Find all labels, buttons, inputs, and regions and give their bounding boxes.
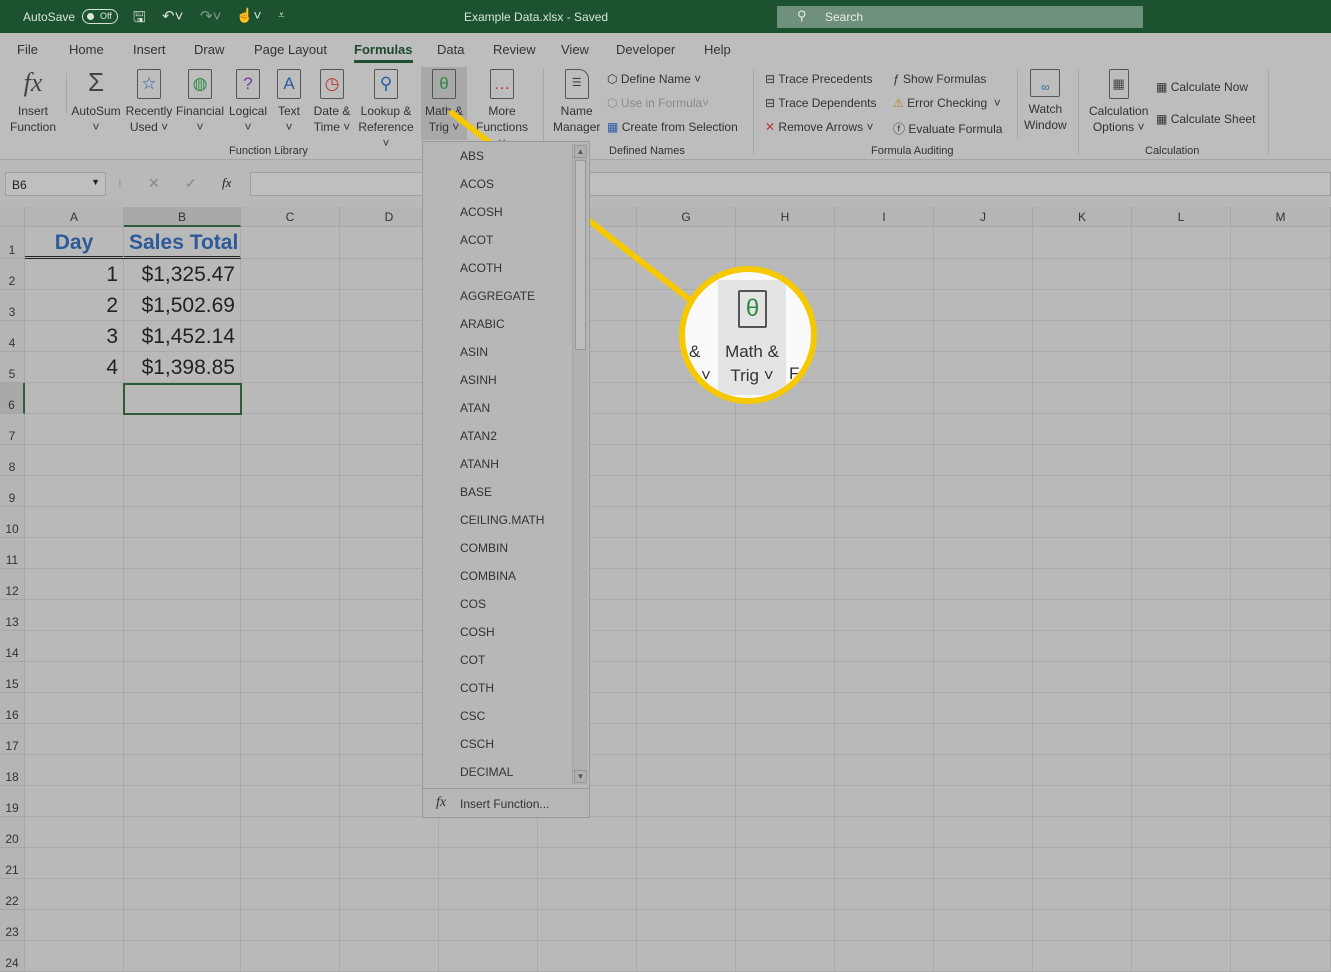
callout-fragment: &	[689, 342, 701, 361]
theta-book-icon: θ	[738, 290, 767, 328]
menu-item-combin[interactable]: COMBIN	[460, 541, 508, 555]
math-trig-dropdown: ▲ ▼ fx Insert Function... ABS ACOS ACOSH AC…	[422, 141, 590, 818]
menu-item-base[interactable]: BASE	[460, 485, 492, 499]
scroll-up-icon[interactable]: ▲	[574, 145, 587, 158]
fx-icon: fx	[436, 795, 447, 810]
menu-item-cosh[interactable]: COSH	[460, 625, 495, 639]
dropdown-scrollbar[interactable]: ▲ ▼	[572, 144, 587, 784]
menu-item-atan2[interactable]: ATAN2	[460, 429, 497, 443]
menu-item-ceiling-math[interactable]: CEILING.MATH	[460, 513, 544, 527]
menu-item-coth[interactable]: COTH	[460, 681, 494, 695]
scroll-thumb[interactable]	[575, 160, 586, 350]
label: Insert Function...	[460, 797, 550, 811]
callout-fragment: ˅	[701, 366, 711, 385]
insert-function-menu-item[interactable]: fx Insert Function...	[423, 794, 589, 814]
callout-pointer	[449, 110, 693, 303]
menu-item-arabic[interactable]: ARABIC	[460, 317, 505, 331]
menu-item-aggregate[interactable]: AGGREGATE	[460, 289, 535, 303]
callout-fragment: F	[789, 364, 800, 383]
menu-item-acosh[interactable]: ACOSH	[460, 205, 503, 219]
menu-item-asinh[interactable]: ASINH	[460, 373, 497, 387]
menu-item-acot[interactable]: ACOT	[460, 233, 493, 247]
menu-item-csc[interactable]: CSC	[460, 709, 485, 723]
menu-item-combina[interactable]: COMBINA	[460, 569, 516, 583]
callout-label: Math &	[725, 342, 779, 361]
menu-item-asin[interactable]: ASIN	[460, 345, 488, 359]
menu-item-decimal[interactable]: DECIMAL	[460, 765, 513, 779]
callout-label: Trig ˅	[730, 366, 774, 385]
scroll-down-icon[interactable]: ▼	[574, 770, 587, 783]
menu-item-csch[interactable]: CSCH	[460, 737, 494, 751]
menu-item-abs[interactable]: ABS	[460, 149, 484, 163]
menu-item-acos[interactable]: ACOS	[460, 177, 494, 191]
menu-item-acoth[interactable]: ACOTH	[460, 261, 502, 275]
menu-item-atan[interactable]: ATAN	[460, 401, 490, 415]
math-trig-callout: θ Math & Trig ˅ & ˅ F	[679, 266, 817, 404]
menu-item-cos[interactable]: COS	[460, 597, 486, 611]
menu-item-atanh[interactable]: ATANH	[460, 457, 499, 471]
menu-item-cot[interactable]: COT	[460, 653, 485, 667]
